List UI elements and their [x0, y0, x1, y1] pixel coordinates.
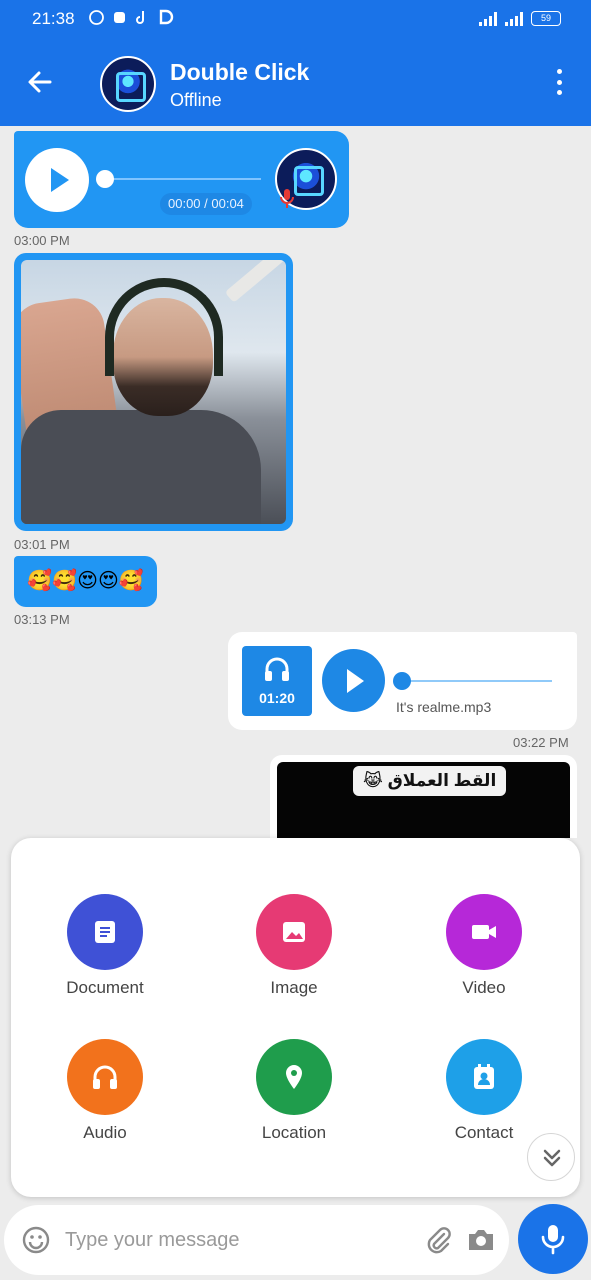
incoming-text-message: 🥰🥰😍😍🥰 [14, 556, 157, 607]
play-button[interactable] [25, 148, 89, 212]
video-icon[interactable] [446, 894, 522, 970]
photo-thumbnail[interactable] [21, 260, 286, 524]
more-options-icon[interactable] [547, 66, 571, 98]
attach-location-option[interactable]: Location [224, 1039, 364, 1143]
status-time: 21:38 [32, 9, 75, 28]
audio-seek-handle[interactable] [393, 672, 411, 690]
image-icon[interactable] [256, 894, 332, 970]
option-label: Video [462, 978, 506, 997]
message-time: 03:22 PM [513, 735, 569, 750]
app-icon [111, 9, 128, 26]
audio-seek-handle[interactable] [96, 170, 114, 188]
signal-icon [479, 11, 497, 26]
chat-header: Double Click Offline [0, 38, 591, 126]
attach-image-option[interactable]: Image [224, 894, 364, 998]
attach-audio-option[interactable]: Audio [35, 1039, 175, 1143]
battery-icon: 59 [531, 11, 561, 26]
attach-document-option[interactable]: Document [35, 894, 175, 998]
microphone-icon [541, 1225, 565, 1255]
notification-icons [88, 9, 174, 26]
attach-contact-option[interactable]: Contact [414, 1039, 554, 1143]
message-time: 03:01 PM [14, 537, 70, 552]
file-duration: 01:20 [259, 690, 295, 706]
status-right: 59 [479, 11, 561, 26]
option-label: Document [66, 978, 144, 997]
d-app-icon [157, 9, 174, 26]
audio-file-tile: 01:20 [242, 646, 312, 716]
audio-progress-track[interactable] [402, 680, 552, 682]
camera-icon[interactable] [466, 1226, 496, 1254]
incoming-voice-message: 00:00 / 00:04 [14, 131, 349, 228]
contact-status: Offline [170, 90, 222, 110]
signal-icon-2 [505, 11, 523, 26]
option-label: Location [261, 1123, 327, 1142]
message-time: 03:13 PM [14, 612, 70, 627]
scroll-down-button[interactable] [527, 1133, 575, 1181]
attach-video-option[interactable]: Video [414, 894, 554, 998]
contact-name[interactable]: Double Click [170, 59, 309, 86]
attachment-sheet: Document Image Video Audio Location Cont… [11, 838, 580, 1197]
headphones-icon [265, 657, 289, 681]
message-composer [4, 1205, 509, 1275]
incoming-image-message[interactable] [14, 253, 293, 531]
outgoing-audio-file-message: 01:20 It's realme.mp3 [228, 632, 577, 730]
emoji-icon[interactable] [21, 1225, 51, 1255]
whatsapp-icon [88, 9, 105, 26]
attachment-icon[interactable] [424, 1225, 452, 1255]
location-icon[interactable] [256, 1039, 332, 1115]
audio-file-name: It's realme.mp3 [396, 699, 492, 715]
video-thumbnail[interactable]: القط العملاق 😹 [277, 762, 570, 838]
contact-avatar[interactable] [100, 56, 156, 112]
audio-duration: 00:00 / 00:04 [160, 193, 252, 215]
headphones-icon[interactable] [67, 1039, 143, 1115]
message-time: 03:00 PM [14, 233, 70, 248]
status-bar: 21:38 59 [0, 0, 591, 38]
message-input[interactable] [65, 1225, 395, 1255]
option-label: Image [270, 978, 318, 997]
voice-record-button[interactable] [518, 1204, 588, 1274]
contact-icon[interactable] [446, 1039, 522, 1115]
chat-messages[interactable]: 00:00 / 00:04 03:00 PM 03:01 PM 🥰🥰😍😍🥰 03… [0, 126, 591, 838]
back-arrow-icon[interactable] [22, 64, 58, 100]
play-button[interactable] [322, 649, 385, 712]
audio-progress-track[interactable] [106, 178, 261, 180]
document-icon[interactable] [67, 894, 143, 970]
double-chevron-down-icon [543, 1149, 561, 1167]
video-caption: القط العملاق 😹 [353, 766, 507, 796]
microphone-icon [279, 188, 295, 210]
option-label: Audio [83, 1123, 127, 1142]
tiktok-icon [134, 9, 151, 26]
outgoing-video-message[interactable]: القط العملاق 😹 [270, 755, 577, 838]
